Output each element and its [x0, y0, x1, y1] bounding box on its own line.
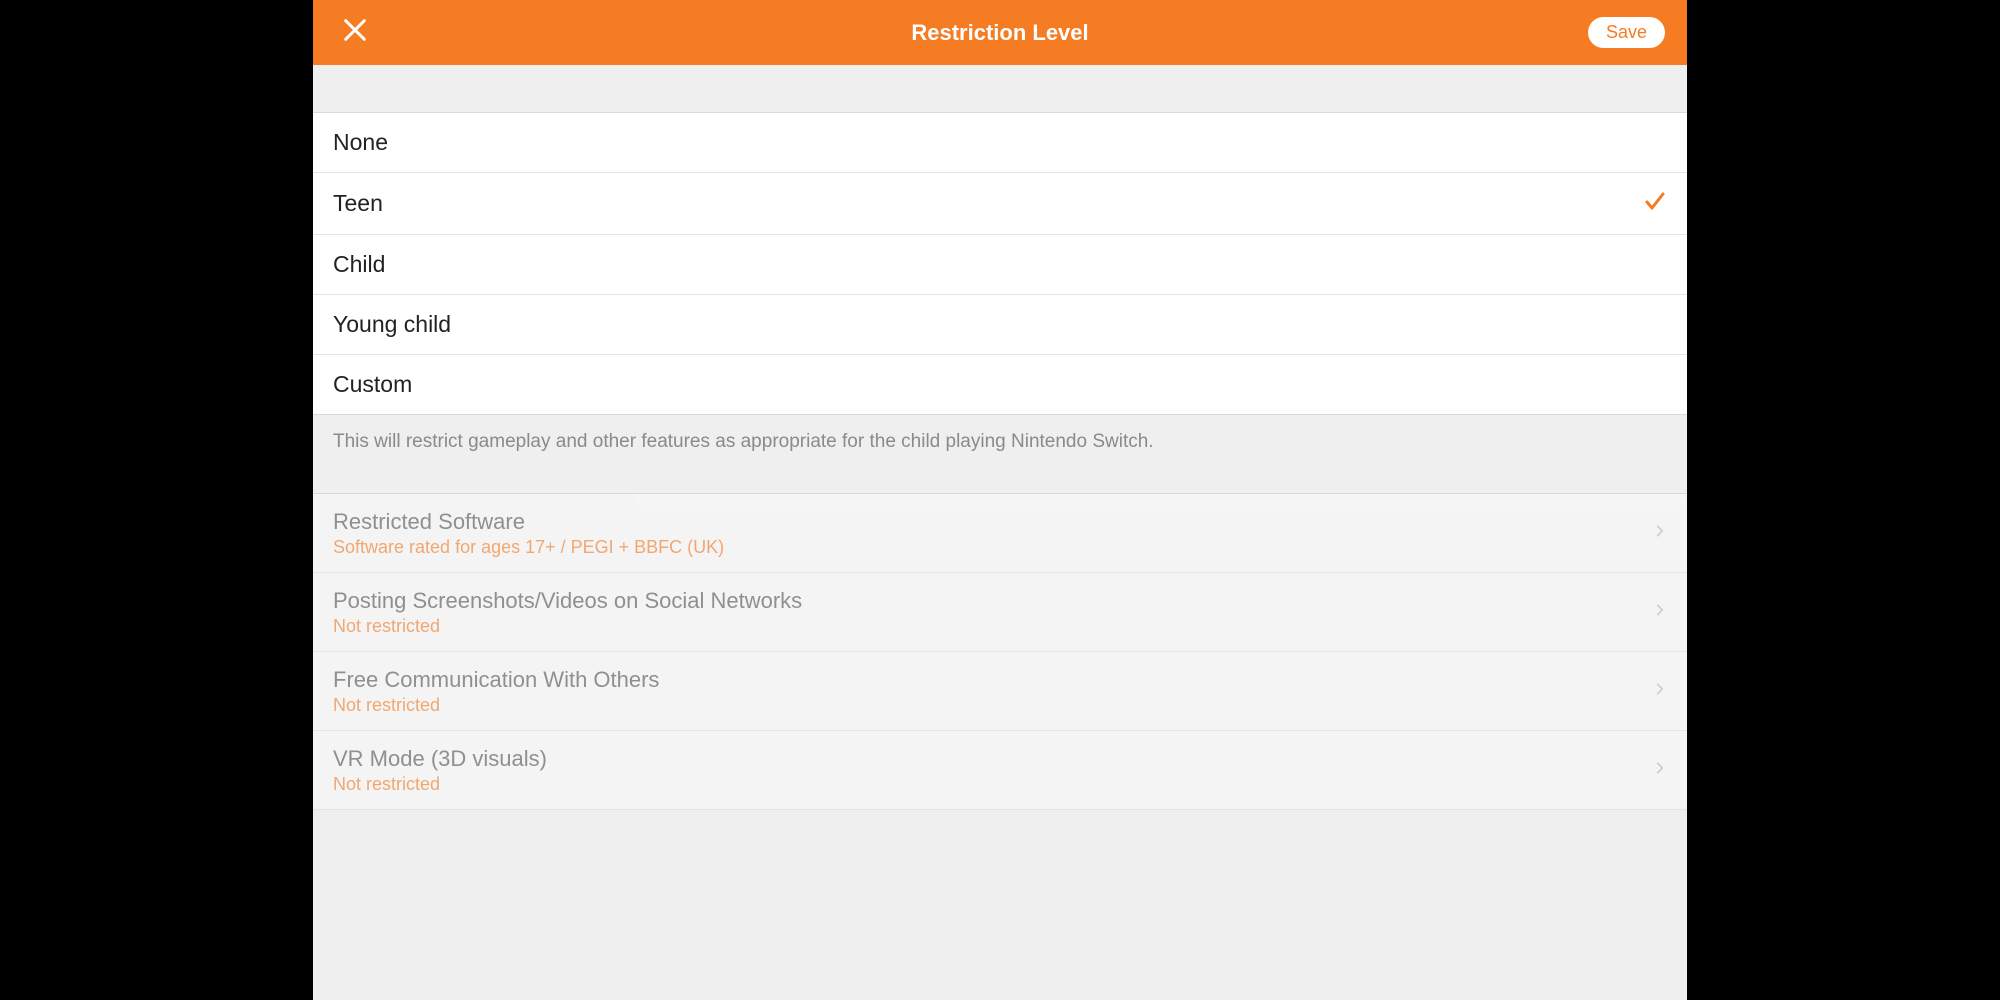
- setting-text: Restricted Software Software rated for a…: [333, 509, 724, 558]
- level-option-custom[interactable]: Custom: [313, 355, 1687, 415]
- restriction-level-list: None Teen Child Young child Custom: [313, 113, 1687, 415]
- chevron-right-icon: [1653, 682, 1667, 701]
- setting-title: VR Mode (3D visuals): [333, 746, 547, 772]
- setting-subtitle: Not restricted: [333, 616, 802, 637]
- setting-subtitle: Not restricted: [333, 774, 547, 795]
- setting-text: VR Mode (3D visuals) Not restricted: [333, 746, 547, 795]
- app-frame: Restriction Level Save None Teen Child Y…: [313, 0, 1687, 1000]
- header-bar: Restriction Level Save: [313, 0, 1687, 65]
- level-option-teen[interactable]: Teen: [313, 173, 1687, 235]
- chevron-right-icon: [1653, 761, 1667, 780]
- setting-title: Free Communication With Others: [333, 667, 659, 693]
- level-option-young-child[interactable]: Young child: [313, 295, 1687, 355]
- setting-posting-screenshots[interactable]: Posting Screenshots/Videos on Social Net…: [313, 573, 1687, 652]
- level-option-none[interactable]: None: [313, 113, 1687, 173]
- level-label: Custom: [333, 371, 412, 398]
- save-button[interactable]: Save: [1588, 17, 1665, 48]
- setting-restricted-software[interactable]: Restricted Software Software rated for a…: [313, 494, 1687, 573]
- level-label: Young child: [333, 311, 451, 338]
- page-title: Restriction Level: [911, 20, 1088, 46]
- setting-title: Posting Screenshots/Videos on Social Net…: [333, 588, 802, 614]
- close-button[interactable]: [335, 13, 375, 53]
- setting-subtitle: Not restricted: [333, 695, 659, 716]
- settings-list: Restricted Software Software rated for a…: [313, 494, 1687, 810]
- setting-text: Free Communication With Others Not restr…: [333, 667, 659, 716]
- setting-subtitle: Software rated for ages 17+ / PEGI + BBF…: [333, 537, 724, 558]
- close-icon: [341, 16, 369, 49]
- section-spacer: [313, 65, 1687, 113]
- chevron-right-icon: [1653, 603, 1667, 622]
- level-option-child[interactable]: Child: [313, 235, 1687, 295]
- setting-vr-mode[interactable]: VR Mode (3D visuals) Not restricted: [313, 731, 1687, 810]
- level-label: None: [333, 129, 388, 156]
- chevron-right-icon: [1653, 524, 1667, 543]
- setting-text: Posting Screenshots/Videos on Social Net…: [333, 588, 802, 637]
- setting-free-communication[interactable]: Free Communication With Others Not restr…: [313, 652, 1687, 731]
- checkmark-icon: [1643, 189, 1667, 218]
- restriction-description: This will restrict gameplay and other fe…: [313, 415, 1687, 494]
- level-label: Teen: [333, 190, 383, 217]
- level-label: Child: [333, 251, 385, 278]
- setting-title: Restricted Software: [333, 509, 724, 535]
